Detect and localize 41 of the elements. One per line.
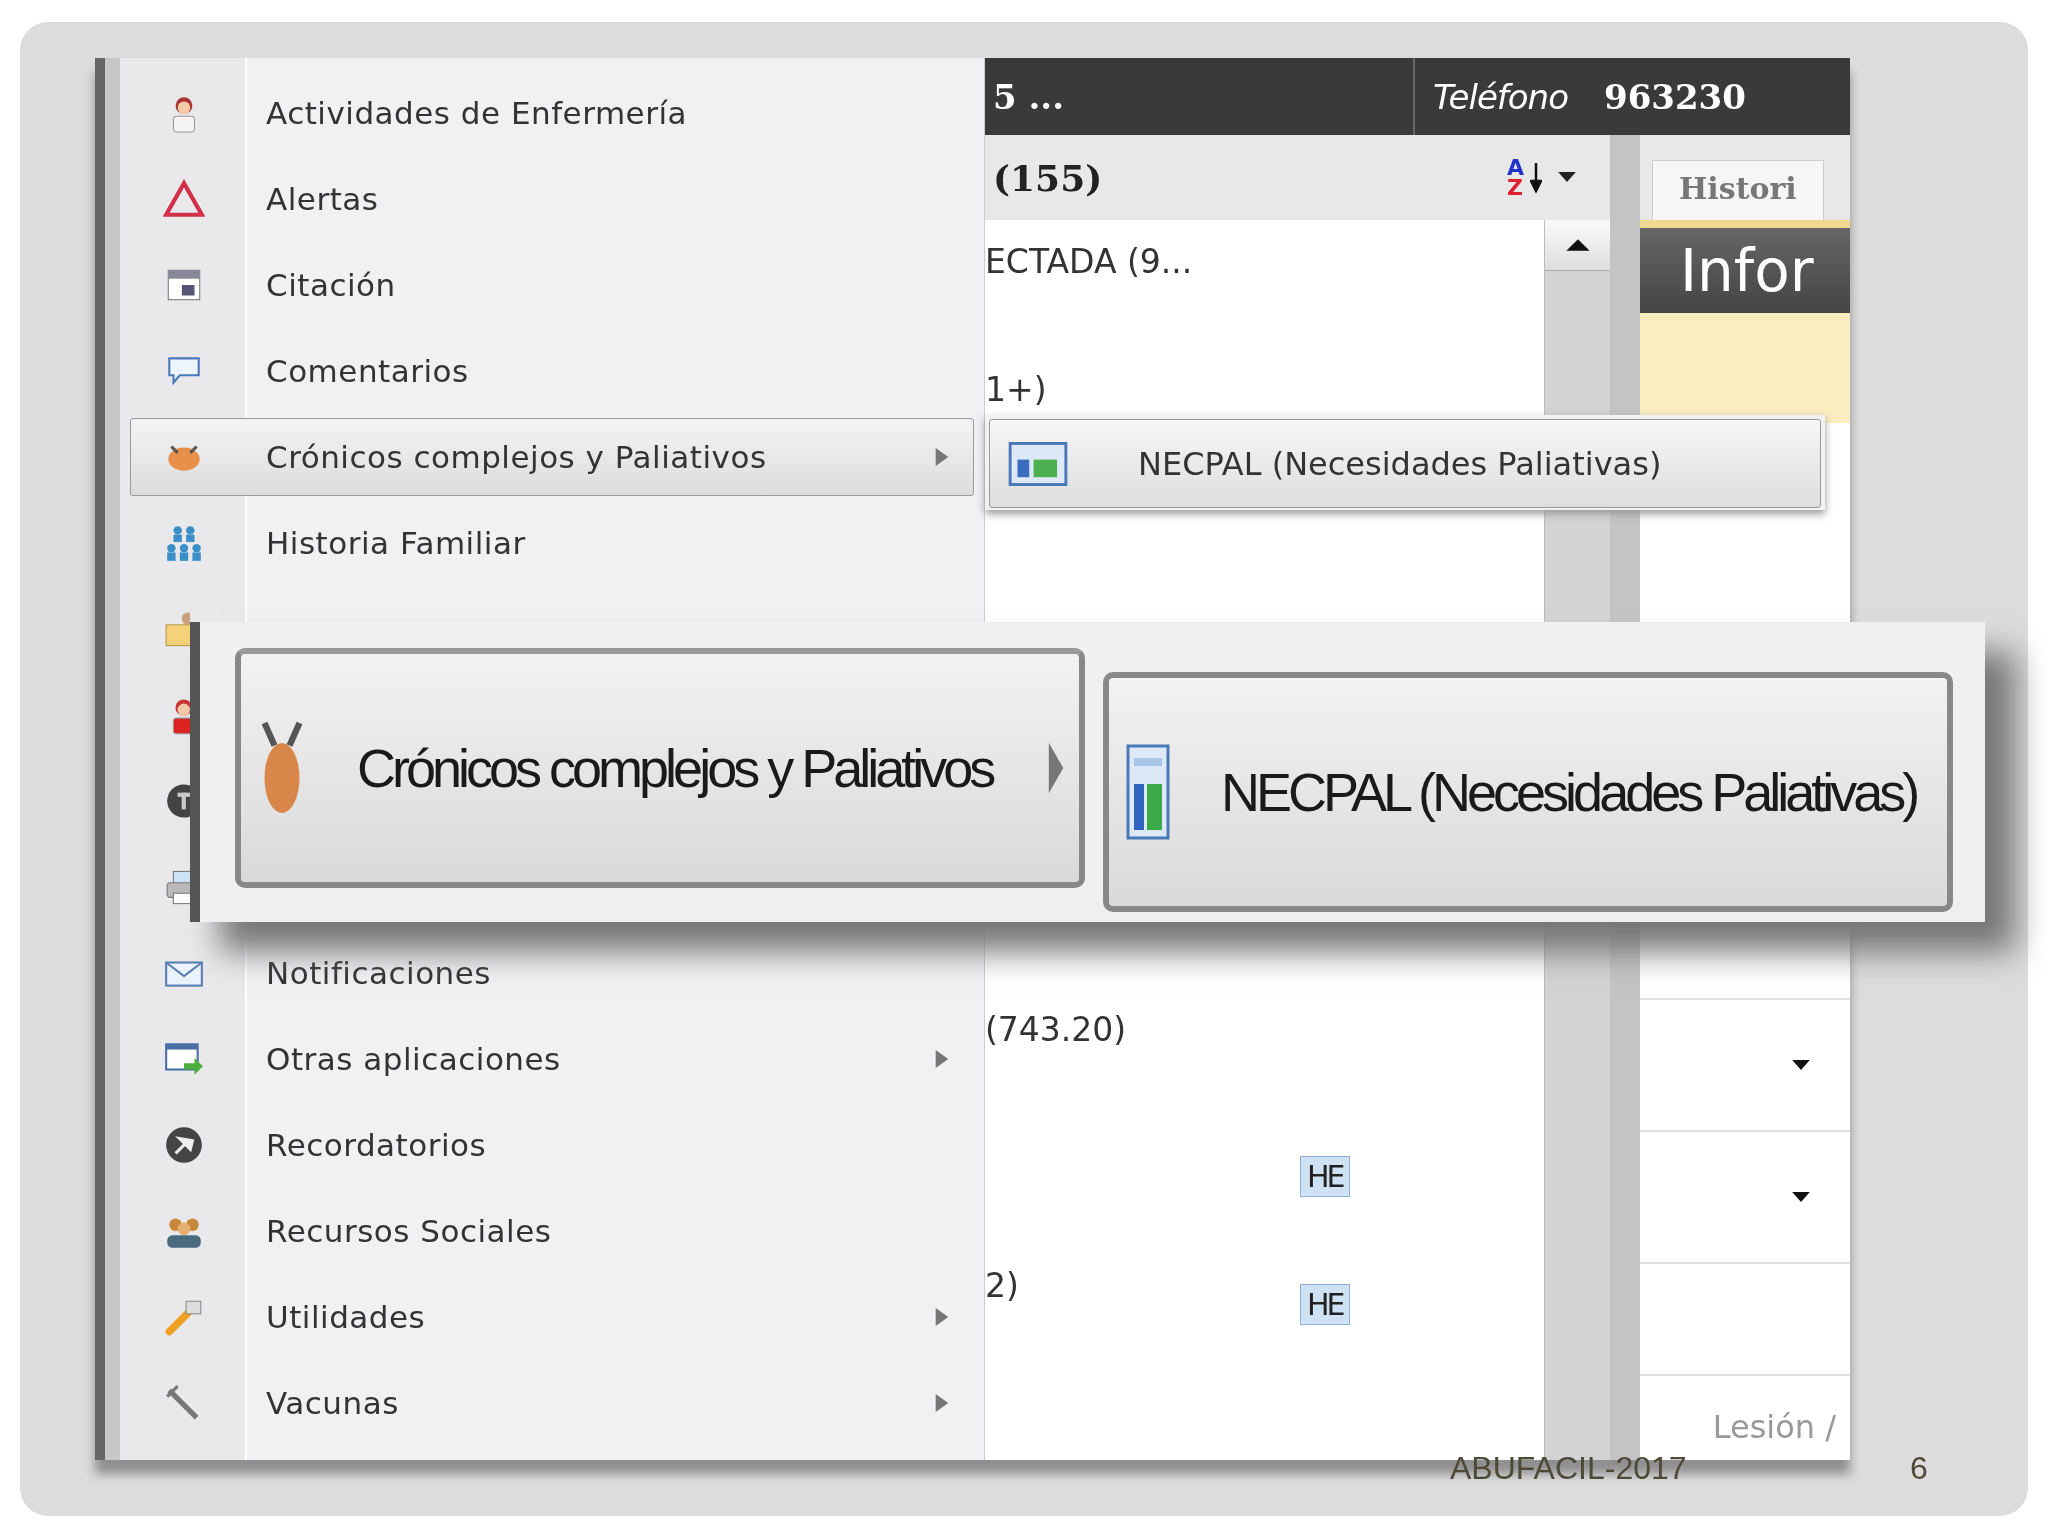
caret-icon[interactable] [1792,1059,1810,1071]
phone-label: Teléfono [1433,76,1568,117]
phone-number: 963230 [1604,76,1746,117]
menu-item[interactable]: NECPAL (Necesidades Paliativas) [989,419,1821,508]
menu-item[interactable]: Comentarios [130,332,974,410]
menu-item[interactable]: Vacunas [130,1364,974,1442]
menu-item[interactable]: Actividades de Enfermería [130,74,974,152]
scroll-up-button[interactable] [1545,220,1610,271]
item-count: (155) [993,156,1103,199]
menu-item[interactable]: Crónicos complejos y Paliativos [130,418,974,496]
list-item-text: ECTADA (9... [985,242,1193,281]
menu-item[interactable]: Notificaciones [130,934,974,1012]
list-item-text: (743.20) [985,1010,1127,1049]
caret-icon [1558,172,1576,183]
sort-button[interactable]: A Z [1502,153,1580,202]
pin-circle-icon [163,1124,205,1166]
header-text: 5 ... [992,76,1065,117]
document-badge: HE [1300,1156,1350,1197]
slide-footer-text: ABUFACIL-2017 [1450,1450,1687,1487]
list-item-text: 1+) [985,370,1047,409]
caret-icon[interactable] [1792,1191,1810,1203]
tab[interactable]: Histori [1652,160,1824,220]
menu-item[interactable]: Crónicos complejos y Paliativos [235,648,1085,888]
warning-triangle-icon [163,178,205,220]
form-icon [1125,744,1171,840]
menu-item[interactable]: Otras aplicaciones [130,1020,974,1098]
document-badge: HE [1300,1284,1350,1325]
list-item-text: 2) [985,1266,1019,1305]
menu-item[interactable]: NECPAL (Necesidades Paliativas) [1103,672,1953,912]
menu-item[interactable]: Recordatorios [130,1106,974,1184]
menu-item[interactable]: Utilidades [130,1278,974,1356]
menu-item[interactable]: Historia Familiar [130,504,974,582]
field-label: Lesión / [1712,1408,1836,1446]
menu-item[interactable]: Recursos Sociales [130,1192,974,1270]
form-icon [1008,441,1068,486]
page-number: 6 [1910,1450,1928,1487]
panel-title: Infor [1640,220,1850,313]
menu-item[interactable]: Alertas [130,160,974,238]
down-arrow-icon [1530,161,1542,194]
menu-item[interactable]: Citación [130,246,974,324]
up-arrow-icon [1565,238,1590,252]
